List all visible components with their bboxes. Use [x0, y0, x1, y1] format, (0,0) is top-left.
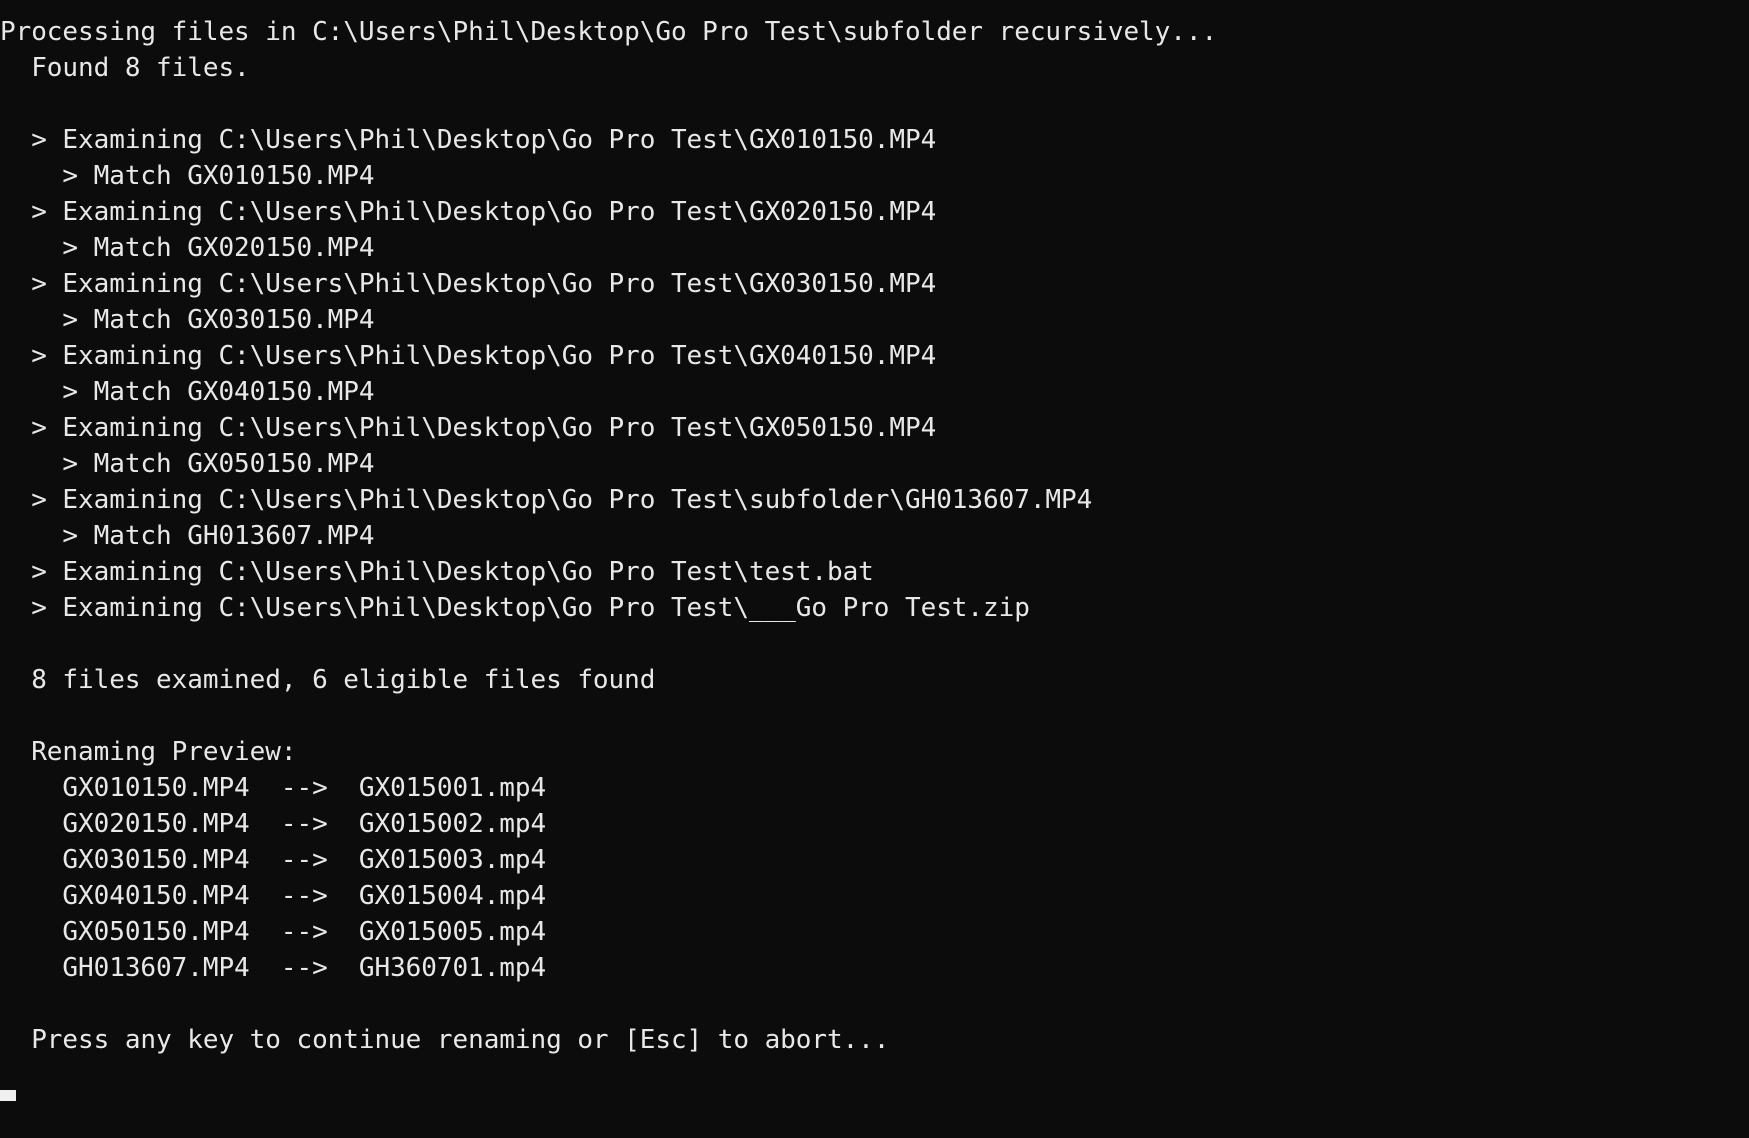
examining-line: > Examining C:\Users\Phil\Desktop\Go Pro…: [0, 557, 874, 587]
match-line: > Match GX020150.MP4: [0, 233, 375, 263]
match-line: > Match GX010150.MP4: [0, 161, 375, 191]
examining-line: > Examining C:\Users\Phil\Desktop\Go Pro…: [0, 125, 937, 155]
examining-line: > Examining C:\Users\Phil\Desktop\Go Pro…: [0, 485, 1093, 515]
processing-header-line: Processing files in C:\Users\Phil\Deskto…: [0, 17, 1218, 47]
found-files-line: Found 8 files.: [0, 53, 250, 83]
console-output-window[interactable]: Processing files in C:\Users\Phil\Deskto…: [0, 0, 1749, 1138]
preview-row: GX030150.MP4 --> GX015003.mp4: [0, 845, 547, 875]
summary-line: 8 files examined, 6 eligible files found: [0, 665, 656, 695]
examining-line: > Examining C:\Users\Phil\Desktop\Go Pro…: [0, 269, 937, 299]
examining-line: > Examining C:\Users\Phil\Desktop\Go Pro…: [0, 341, 937, 371]
examining-line: > Examining C:\Users\Phil\Desktop\Go Pro…: [0, 593, 1030, 623]
match-line: > Match GX040150.MP4: [0, 377, 375, 407]
preview-row: GX010150.MP4 --> GX015001.mp4: [0, 773, 547, 803]
examining-line: > Examining C:\Users\Phil\Desktop\Go Pro…: [0, 197, 937, 227]
press-any-key-prompt: Press any key to continue renaming or [E…: [0, 1025, 890, 1055]
match-line: > Match GX030150.MP4: [0, 305, 375, 335]
preview-row: GH013607.MP4 --> GH360701.mp4: [0, 953, 547, 983]
examining-line: > Examining C:\Users\Phil\Desktop\Go Pro…: [0, 413, 937, 443]
match-line: > Match GX050150.MP4: [0, 449, 375, 479]
preview-row: GX040150.MP4 --> GX015004.mp4: [0, 881, 547, 911]
cursor-row: [0, 1086, 1749, 1122]
text-cursor-block: [0, 1090, 16, 1101]
renaming-preview-title: Renaming Preview:: [0, 737, 297, 767]
match-line: > Match GH013607.MP4: [0, 521, 375, 551]
preview-row: GX050150.MP4 --> GX015005.mp4: [0, 917, 547, 947]
preview-row: GX020150.MP4 --> GX015002.mp4: [0, 809, 547, 839]
